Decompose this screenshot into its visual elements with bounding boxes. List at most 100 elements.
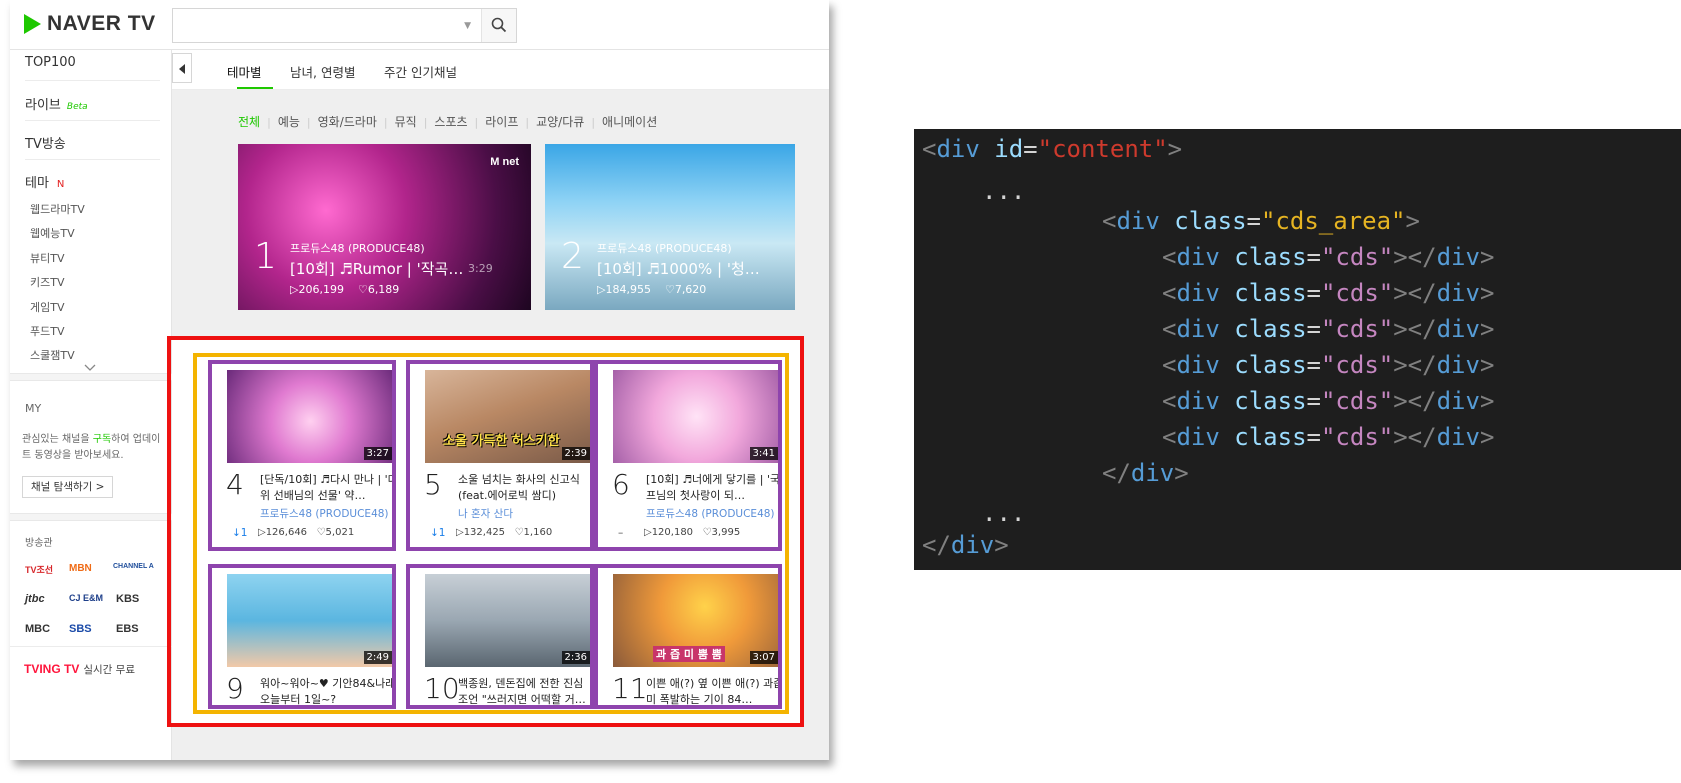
menu-theme[interactable]: 테마 N — [25, 172, 64, 191]
code-class-value: "cds" — [1320, 279, 1394, 307]
hero-channel[interactable]: 프로듀스48 (PRODUCE48) — [290, 240, 425, 256]
search-button[interactable] — [481, 9, 516, 42]
broadcaster-logo[interactable]: jtbc — [25, 593, 45, 605]
video-card[interactable]: 3:27 4 [단독/10회] ♬다시 만나 | '대위 선배님의 선물' 약…… — [208, 360, 396, 551]
tab-weekly-channels[interactable]: 주간 인기채널 — [384, 62, 457, 81]
category-item[interactable]: 뮤직 — [395, 115, 417, 129]
tab-gender-age[interactable]: 남녀, 연령별 — [290, 62, 355, 81]
submenu-item[interactable]: 웹드라마TV — [30, 201, 85, 217]
tving-sub: 실시간 무료 — [83, 664, 135, 676]
hero-stats: ▷184,955 ♡7,620 — [597, 283, 706, 296]
code-line-cds: <div class="cds"></div> — [1162, 423, 1495, 451]
category-item[interactable]: 교양/다큐 — [536, 115, 584, 129]
code-ellipsis: ... — [982, 177, 1026, 205]
tving-link[interactable]: TVING TV 실시간 무료 — [24, 662, 135, 677]
broadcaster-logo[interactable]: MBN — [69, 563, 92, 574]
video-rank: 5 — [424, 468, 442, 501]
submenu-item[interactable]: 뷰티TV — [30, 250, 64, 266]
submenu-item[interactable]: 게임TV — [30, 299, 64, 315]
video-title[interactable]: 이쁜 애(?) 옆 이쁜 애(?) 과즙미 폭발하는 기이 84… — [646, 676, 778, 705]
video-stats: ▷132,425 ♡1,160 — [456, 527, 552, 538]
video-title[interactable]: 워아~워아~♥ 기안84&나래 오늘부터 1일~? — [260, 676, 392, 705]
category-item[interactable]: 스포츠 — [434, 115, 467, 129]
tab-theme[interactable]: 테마별 — [227, 62, 262, 81]
video-rank: 9 — [226, 672, 244, 705]
video-likes: ♡5,021 — [316, 527, 355, 538]
category-separator: | — [383, 116, 388, 129]
category-item[interactable]: 라이프 — [485, 115, 518, 129]
play-logo-icon — [24, 14, 41, 34]
broadcaster-logo[interactable]: EBS — [116, 623, 139, 635]
video-channel[interactable]: 나 혼자 산다 — [458, 506, 513, 521]
my-section-title: MY — [25, 402, 42, 415]
search-dropdown-caret-icon[interactable]: ▼ — [464, 21, 471, 31]
submenu-item[interactable]: 푸드TV — [30, 323, 64, 339]
chevron-down-icon[interactable] — [84, 364, 96, 372]
menu-theme-label: 테마 — [25, 176, 49, 191]
code-ellipsis: ... — [982, 499, 1026, 527]
broadcaster-logo[interactable]: CJ E&M — [69, 593, 103, 603]
video-title[interactable]: [10회] ♬너에게 닿기를 | '국.프님의 첫사랑이 되… — [646, 472, 778, 504]
broadcasters-title: 방송관 — [25, 538, 53, 549]
top-bar: NAVER TV ▼ — [10, 0, 829, 50]
video-thumbnail: 2:49 — [227, 574, 392, 667]
menu-top100[interactable]: TOP100 — [25, 55, 76, 70]
broadcaster-logo[interactable]: CHANNEL A — [113, 563, 154, 570]
category-item[interactable]: 애니메이션 — [602, 115, 657, 129]
section-divider — [10, 373, 172, 381]
hero-channel[interactable]: 프로듀스48 (PRODUCE48) — [597, 240, 732, 256]
code-line-cds: <div class="cds"></div> — [1162, 279, 1495, 307]
rank-change: ↓1 — [232, 527, 248, 539]
category-item[interactable]: 예능 — [278, 115, 300, 129]
hero-title[interactable]: [10회] ♬Rumor | '작곡… — [290, 258, 463, 279]
hero-video-2[interactable]: 2 프로듀스48 (PRODUCE48) [10회] ♬1000% | '청… … — [545, 144, 795, 310]
broadcaster-logo[interactable]: TV조선 — [25, 563, 53, 576]
category-item[interactable]: 영화/드라마 — [318, 115, 377, 129]
video-likes: ♡3,995 — [702, 527, 741, 538]
menu-live-label: 라이브 — [25, 98, 61, 113]
explore-channels-button[interactable]: 채널 탐색하기 > — [22, 476, 114, 498]
video-duration: 3:27 — [363, 447, 392, 460]
category-separator: | — [267, 116, 271, 129]
submenu-item[interactable]: 웹예능TV — [30, 225, 75, 241]
submenu-item[interactable]: 스쿨잼TV — [30, 347, 75, 363]
submenu-item[interactable]: 키즈TV — [30, 274, 64, 290]
video-title[interactable]: 백종원, 덴돈집에 전한 진심 조언 "쓰러지면 어떡할 거… — [458, 676, 590, 705]
video-card[interactable]: 3:41 6 [10회] ♬너에게 닿기를 | '국.프님의 첫사랑이 되… 프… — [594, 360, 782, 551]
search-box[interactable]: ▼ — [172, 8, 517, 43]
video-card[interactable]: 소울 가득한 허스키한 2:39 5 소울 넘치는 화사의 신고식 (feat.… — [406, 360, 594, 551]
beta-badge: Beta — [66, 102, 88, 112]
broadcaster-logo[interactable]: MBC — [25, 623, 50, 635]
hero-video-1[interactable]: M net 1 프로듀스48 (PRODUCE48) [10회] ♬Rumor … — [238, 144, 531, 310]
naver-tv-logo[interactable]: NAVER TV — [24, 12, 156, 36]
collapse-sidebar-button[interactable] — [172, 53, 192, 83]
menu-tv[interactable]: TV방송 — [25, 133, 66, 152]
category-filter: 전체 | 예능 | 영화/드라마 | 뮤직 | 스포츠 | 라이프 | 교양/다큐 | 애니메이션 — [238, 113, 657, 130]
code-line-ellipsis: ... — [982, 499, 1025, 527]
video-channel[interactable]: 프로듀스48 (PRODUCE48) — [260, 506, 389, 521]
video-title[interactable]: 소울 넘치는 화사의 신고식 (feat.에어로빅 쌈디) — [458, 472, 590, 504]
code-line-cds: <div class="cds"></div> — [1162, 315, 1495, 343]
broadcaster-logo[interactable]: SBS — [69, 623, 92, 635]
rank-change: ↓1 — [430, 527, 446, 539]
video-title[interactable]: [단독/10회] ♬다시 만나 | '대위 선배님의 선물' 약… — [260, 472, 392, 504]
video-card[interactable]: 과 즙 미 뿜 뿜 3:07 11 이쁜 애(?) 옆 이쁜 애(?) 과즙미 … — [594, 564, 782, 709]
video-channel[interactable]: 프로듀스48 (PRODUCE48) — [646, 506, 775, 521]
naver-tv-screenshot: NAVER TV ▼ TOP100 라이브 Beta TV방송 테마 N 웹드라마T… — [10, 0, 829, 760]
video-thumbnail: 과 즙 미 뿜 뿜 3:07 — [613, 574, 778, 667]
code-line-ellipsis: ... — [982, 177, 1025, 205]
video-duration: 3:41 — [749, 447, 778, 460]
subscribe-link[interactable]: 구독 — [93, 434, 111, 445]
code-line-cds: <div class="cds"></div> — [1162, 387, 1495, 415]
broadcaster-logo[interactable]: KBS — [116, 593, 139, 605]
video-rank: 11 — [612, 672, 648, 705]
code-line-content-open: <div id="content"> — [922, 135, 1183, 163]
left-sidebar: TOP100 라이브 Beta TV방송 테마 N 웹드라마TV 웹예능TV 뷰티T… — [10, 50, 172, 760]
menu-live[interactable]: 라이브 Beta — [25, 94, 88, 113]
category-all[interactable]: 전체 — [238, 115, 260, 129]
tving-logo: TVING TV — [24, 662, 80, 676]
video-duration: 3:07 — [749, 651, 778, 664]
video-card[interactable]: 2:49 9 워아~워아~♥ 기안84&나래 오늘부터 1일~? — [208, 564, 396, 709]
video-card[interactable]: 2:36 10 백종원, 덴돈집에 전한 진심 조언 "쓰러지면 어떡할 거… — [406, 564, 594, 709]
hero-title[interactable]: [10회] ♬1000% | '청… — [597, 258, 760, 279]
